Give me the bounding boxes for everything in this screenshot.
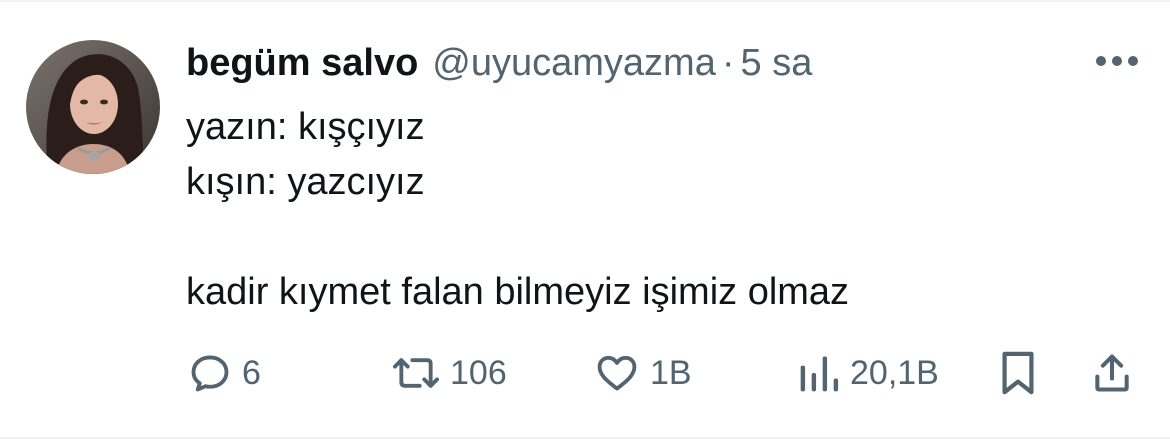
retweet-button[interactable]: 106 <box>392 348 507 398</box>
reply-button[interactable]: 6 <box>188 348 261 398</box>
retweet-count: 106 <box>450 353 507 392</box>
heart-icon <box>597 355 637 391</box>
display-name[interactable]: begüm salvo <box>186 42 418 85</box>
avatar[interactable] <box>26 40 160 174</box>
tweet-text: yazın: kışçıyız kışın: yazcıyız kadir kı… <box>186 100 849 320</box>
like-button[interactable]: 1B <box>594 348 692 398</box>
bookmark-button[interactable] <box>998 348 1038 398</box>
share-icon <box>1095 354 1129 392</box>
avatar-image <box>26 40 160 174</box>
top-divider <box>0 0 1170 2</box>
retweet-icon <box>392 358 440 388</box>
views-count: 20,1B <box>850 353 939 392</box>
reply-icon <box>191 355 229 392</box>
more-horizontal-icon[interactable] <box>1094 54 1140 68</box>
reply-count: 6 <box>242 353 261 392</box>
bookmark-icon <box>1002 351 1034 395</box>
timestamp[interactable]: 5 sa <box>741 42 813 85</box>
separator-dot: · <box>721 41 735 84</box>
views-button[interactable]: 20,1B <box>798 348 939 398</box>
views-bar-chart-icon <box>800 356 839 392</box>
user-handle[interactable]: @uyucamyazma <box>432 42 716 85</box>
bottom-divider <box>0 437 1170 439</box>
tweet-header: begüm salvo @uyucamyazma · 5 sa <box>186 38 812 88</box>
tweet-line: kışın: yazcıyız <box>186 161 425 203</box>
tweet-line: kadir kıymet falan bilmeyiz işimiz olmaz <box>186 271 850 313</box>
like-count: 1B <box>650 353 692 392</box>
tweet-line: yazın: kışçıyız <box>186 106 425 148</box>
share-button[interactable] <box>1090 348 1134 398</box>
